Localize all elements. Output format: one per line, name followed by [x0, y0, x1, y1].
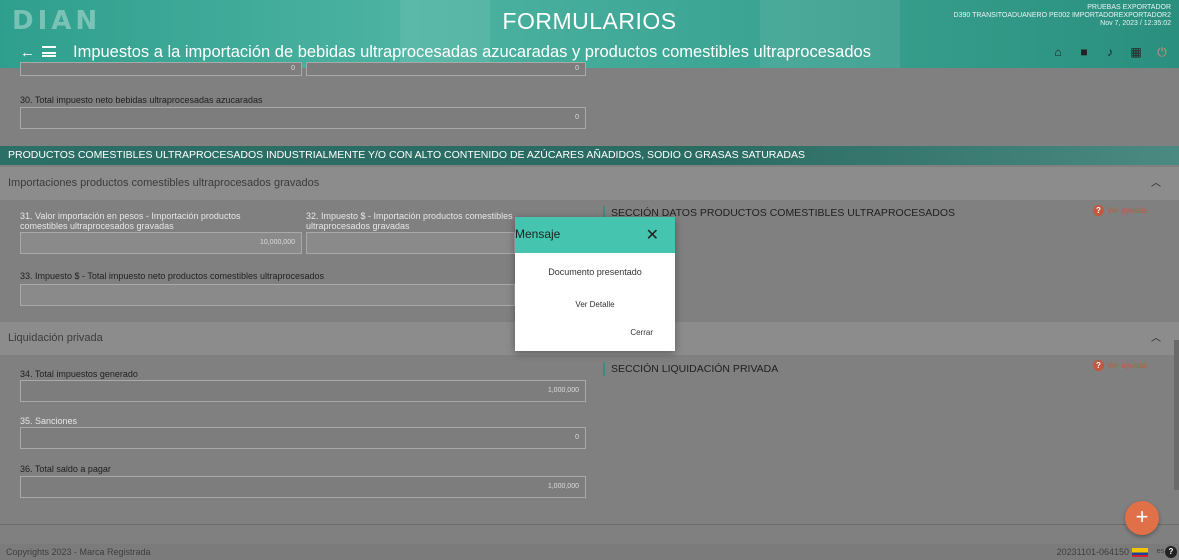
add-fab-button[interactable]: +: [1125, 501, 1159, 535]
user-date: Nov 7, 2023 / 12:35:02: [1100, 20, 1171, 27]
help-link-label: Ver ayudas: [1107, 361, 1148, 370]
copyright-text: Copyrights 2023 - Marca Registrada: [6, 547, 151, 557]
field-31-label: 31. Valor importación en pesos - Importa…: [20, 211, 241, 231]
field-top-left[interactable]: 0: [20, 62, 302, 76]
page-title: Impuestos a la importación de bebidas ul…: [73, 43, 871, 61]
field-30-input[interactable]: 0: [20, 107, 586, 129]
section-importaciones-title: Importaciones productos comestibles ultr…: [8, 177, 320, 189]
close-icon[interactable]: ✕: [646, 225, 659, 245]
field-33-input[interactable]: [20, 284, 515, 306]
section-importaciones[interactable]: Importaciones productos comestibles ultr…: [0, 167, 1179, 200]
folder-icon[interactable]: ■: [1077, 45, 1091, 59]
help-link[interactable]: ? Ver ayudas: [1093, 205, 1147, 216]
chevron-up-icon[interactable]: ︿: [1151, 322, 1161, 355]
menu-icon[interactable]: [42, 46, 56, 57]
field-30-label: 30. Total impuesto neto bebidas ultrapro…: [20, 95, 263, 105]
colombia-flag-icon[interactable]: [1132, 548, 1148, 557]
help-icon: ?: [1093, 205, 1104, 216]
cerrar-button[interactable]: Cerrar: [630, 328, 653, 337]
power-icon[interactable]: ⏻: [1155, 45, 1169, 59]
help-icon[interactable]: ?: [1165, 546, 1177, 558]
user-info: PRUEBAS EXPORTADOR D390 TRANSITOADUANERO…: [954, 4, 1171, 28]
user-role: D390 TRANSITOADUANERO PE002 IMPORTADOREX…: [953, 12, 1171, 19]
field-34-input[interactable]: 1,000,000: [20, 380, 586, 402]
modal-message: Documento presentado: [548, 267, 642, 277]
footer: Copyrights 2023 - Marca Registrada 20231…: [0, 544, 1179, 560]
user-name: PRUEBAS EXPORTADOR: [1087, 4, 1171, 11]
message-modal: Mensaje ✕ Documento presentado Ver Detal…: [515, 217, 675, 351]
help-icon: ?: [1093, 360, 1104, 371]
section-banner: PRODUCTOS COMESTIBLES ULTRAPROCESADOS IN…: [0, 146, 1179, 165]
help-link[interactable]: ? Ver ayudas: [1093, 360, 1147, 371]
field-36-input[interactable]: 1,000,000: [20, 476, 586, 498]
app-header: DIAN FORMULARIOS PRUEBAS EXPORTADOR D390…: [0, 0, 1179, 68]
field-31-input[interactable]: 10,000,000: [20, 232, 302, 254]
modal-title: Mensaje: [515, 227, 561, 241]
ver-detalle-link[interactable]: Ver Detalle: [515, 300, 675, 309]
language-label[interactable]: es: [1157, 544, 1164, 560]
version-text: 20231101-064150: [1056, 547, 1129, 557]
scrollbar[interactable]: [1174, 340, 1179, 490]
home-icon[interactable]: ⌂: [1051, 45, 1065, 59]
header-icons: ⌂ ■ ♪ ▦ ⏻: [1051, 45, 1169, 59]
field-35-label: 35. Sanciones: [20, 416, 78, 426]
field-36-label: 36. Total saldo a pagar: [20, 464, 111, 474]
section-heading-liquidacion: SECCIÓN LIQUIDACIÓN PRIVADA: [603, 362, 778, 376]
calendar-icon[interactable]: ▦: [1129, 45, 1143, 59]
field-top-right[interactable]: 0: [306, 62, 586, 76]
field-33-label: 33. Impuesto $ - Total impuesto neto pro…: [20, 271, 325, 281]
chevron-up-icon[interactable]: ︿: [1151, 167, 1161, 200]
bell-icon[interactable]: ♪: [1103, 45, 1117, 59]
field-32-input[interactable]: [306, 232, 515, 254]
field-35-input[interactable]: 0: [20, 427, 586, 449]
modal-header: Mensaje ✕: [515, 217, 675, 253]
divider: [0, 524, 1179, 525]
field-34-label: 34. Total impuestos generado: [20, 369, 138, 379]
section-liquidacion-title: Liquidación privada: [8, 332, 103, 344]
back-arrow-icon[interactable]: ←: [20, 44, 35, 61]
field-32-label: 32. Impuesto $ - Importación productos c…: [306, 211, 513, 231]
help-link-label: Ver ayudas: [1107, 206, 1148, 215]
